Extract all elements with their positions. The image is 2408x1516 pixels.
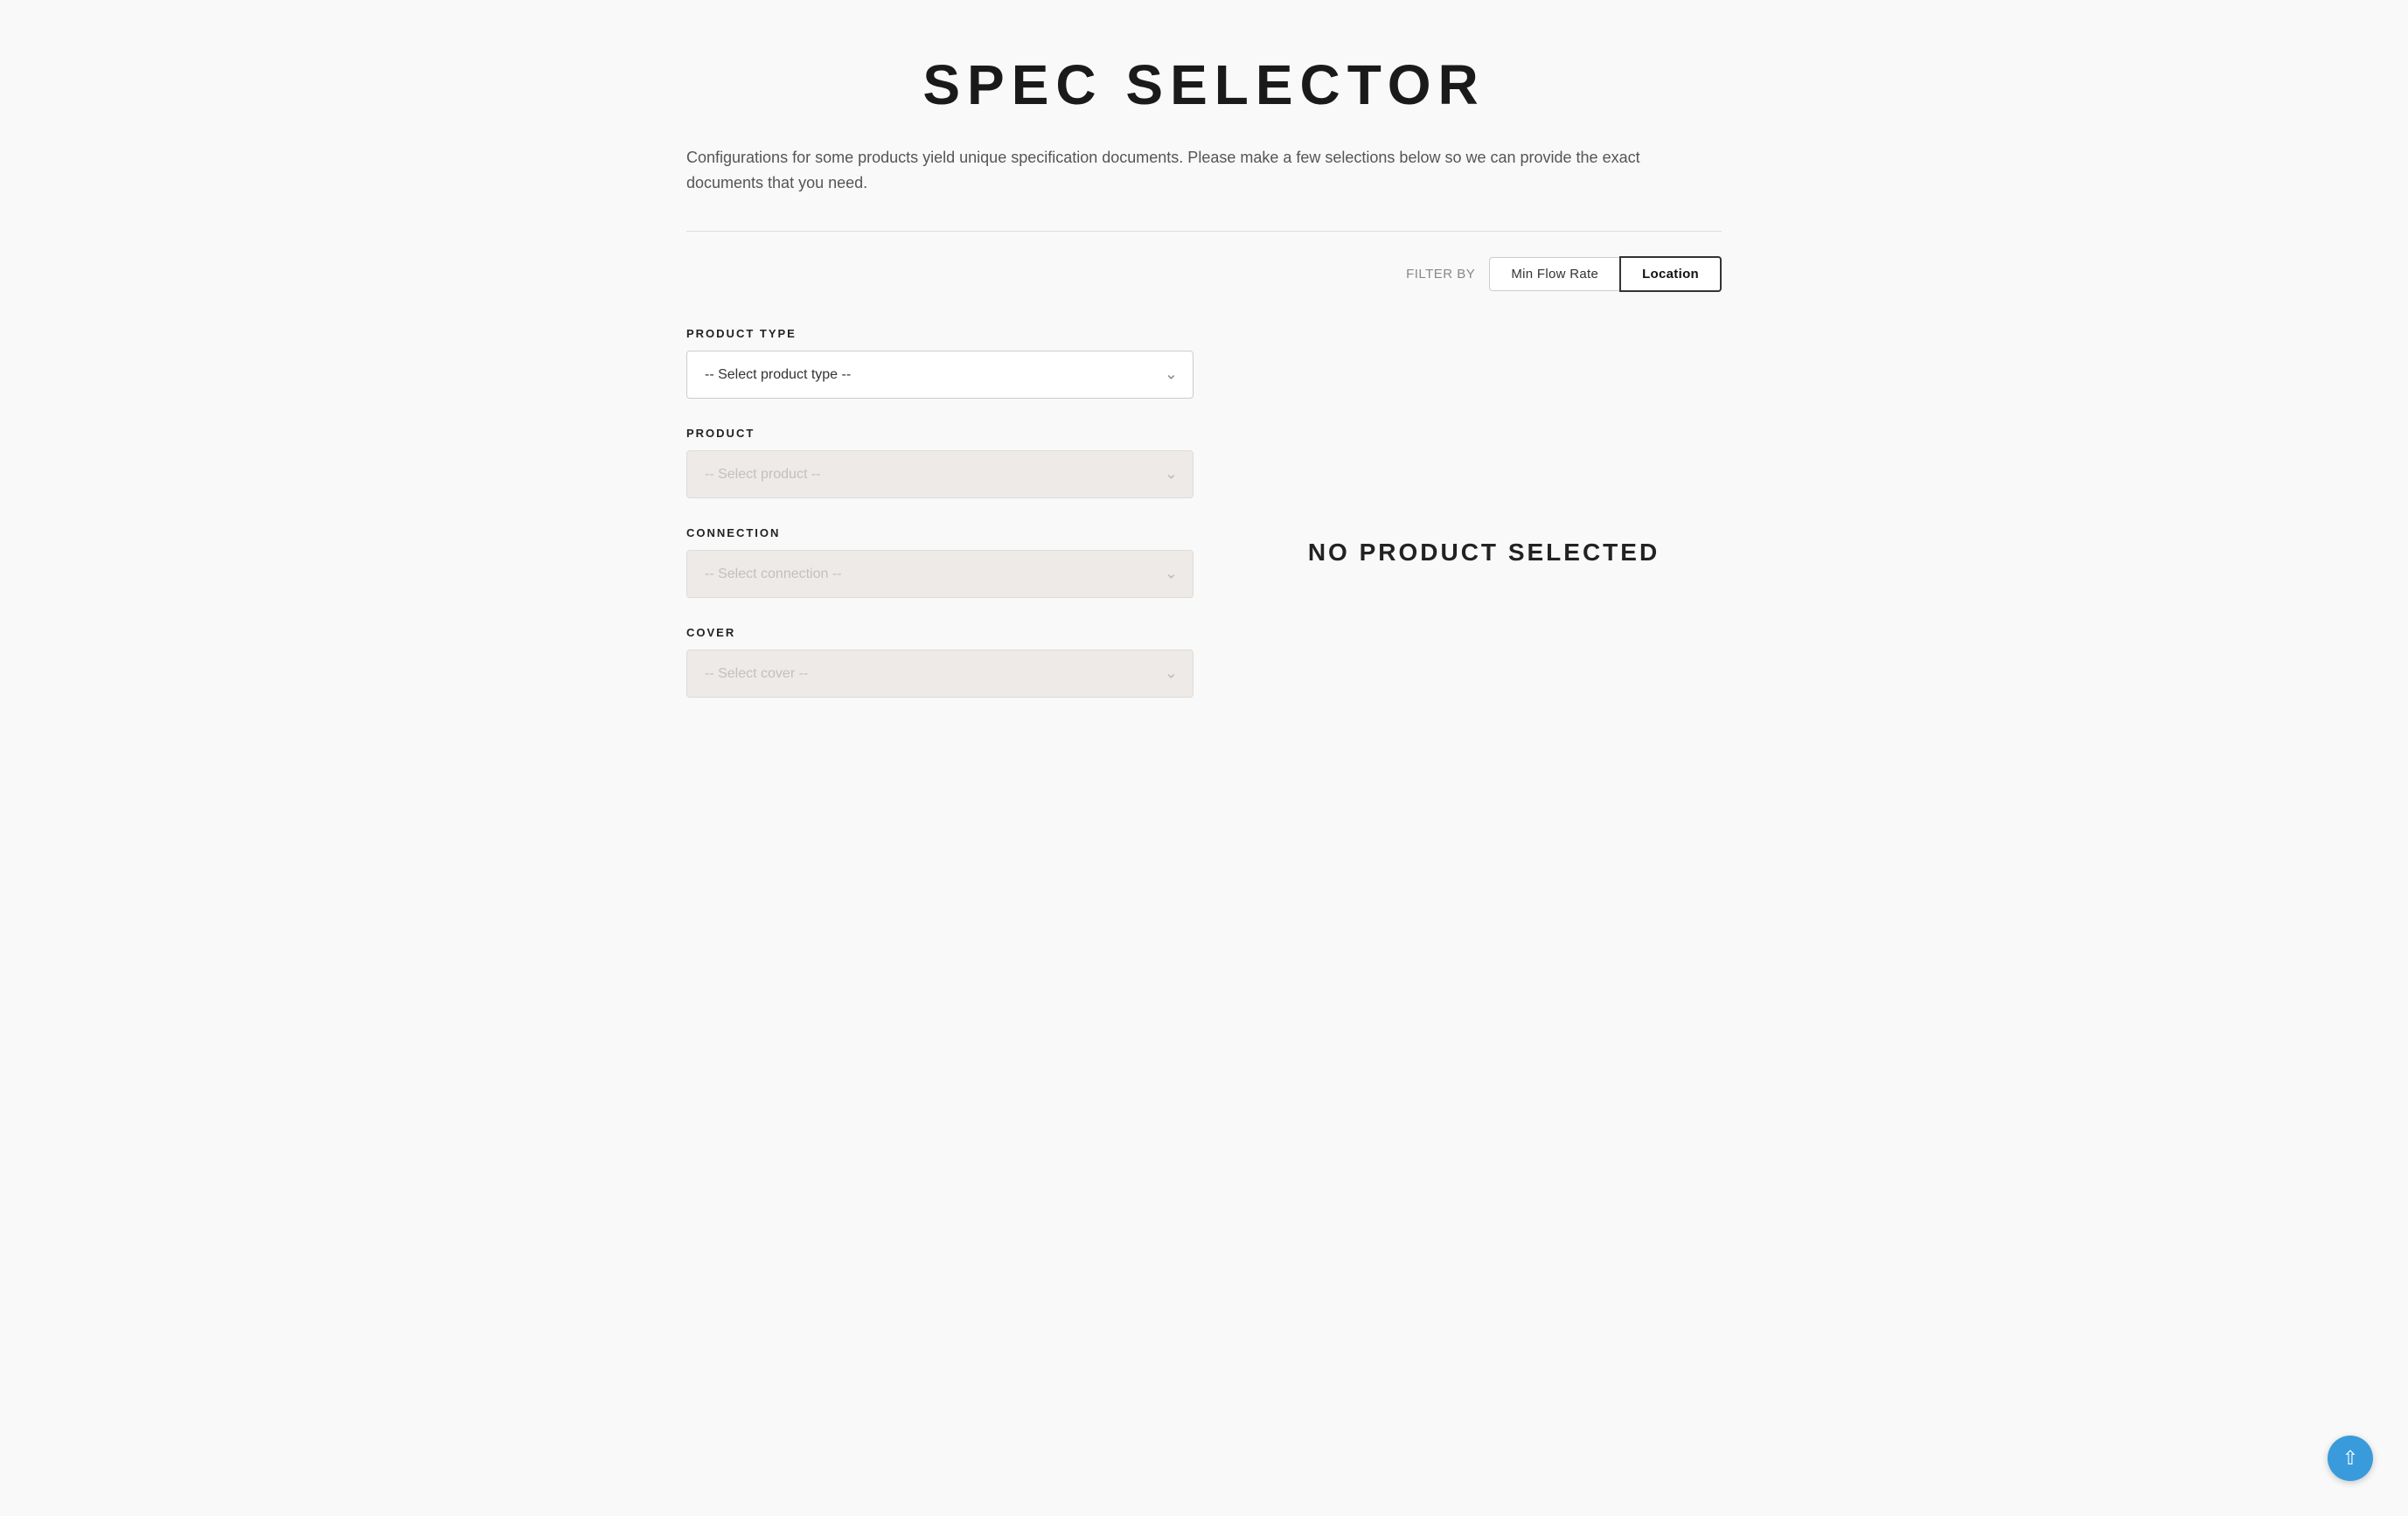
filter-bar: FILTER BY Min Flow Rate Location <box>686 256 1722 292</box>
cover-wrapper: -- Select cover -- ⌄ <box>686 650 1194 698</box>
product-label: PRODUCT <box>686 427 1194 440</box>
cover-select[interactable]: -- Select cover -- <box>686 650 1194 698</box>
connection-group: CONNECTION -- Select connection -- ⌄ <box>686 526 1194 598</box>
product-type-wrapper: -- Select product type -- ⌄ <box>686 351 1194 399</box>
product-group: PRODUCT -- Select product -- ⌄ <box>686 427 1194 498</box>
product-type-select[interactable]: -- Select product type -- <box>686 351 1194 399</box>
filter-label: FILTER BY <box>1406 267 1475 282</box>
connection-label: CONNECTION <box>686 526 1194 539</box>
filter-min-flow-rate[interactable]: Min Flow Rate <box>1489 257 1619 291</box>
page-container: SPEC SELECTOR Configurations for some pr… <box>592 0 1816 813</box>
divider <box>686 231 1722 232</box>
cover-group: COVER -- Select cover -- ⌄ <box>686 626 1194 698</box>
product-select[interactable]: -- Select product -- <box>686 450 1194 498</box>
connection-select[interactable]: -- Select connection -- <box>686 550 1194 598</box>
form-section: PRODUCT TYPE -- Select product type -- ⌄… <box>686 327 1194 726</box>
product-type-group: PRODUCT TYPE -- Select product type -- ⌄ <box>686 327 1194 399</box>
no-product-text: NO PRODUCT SELECTED <box>1308 539 1660 567</box>
connection-wrapper: -- Select connection -- ⌄ <box>686 550 1194 598</box>
right-section: NO PRODUCT SELECTED <box>1246 327 1722 726</box>
page-title: SPEC SELECTOR <box>686 52 1722 117</box>
product-type-label: PRODUCT TYPE <box>686 327 1194 340</box>
scroll-to-top-button[interactable]: ⇧ <box>2328 1436 2373 1481</box>
main-layout: PRODUCT TYPE -- Select product type -- ⌄… <box>686 327 1722 726</box>
filter-location[interactable]: Location <box>1619 256 1722 292</box>
cover-label: COVER <box>686 626 1194 639</box>
page-description: Configurations for some products yield u… <box>686 145 1648 196</box>
scroll-to-top-icon: ⇧ <box>2342 1447 2358 1470</box>
product-wrapper: -- Select product -- ⌄ <box>686 450 1194 498</box>
